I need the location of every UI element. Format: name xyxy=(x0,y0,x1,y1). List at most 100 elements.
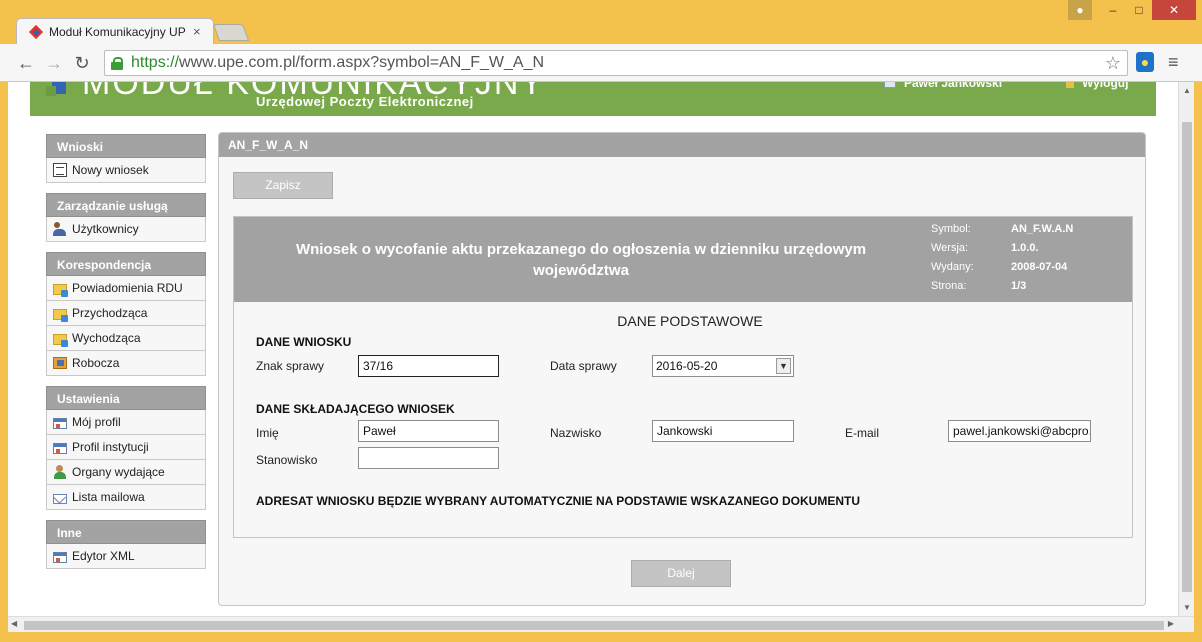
sidebar-item-lista-mailowa[interactable]: Lista mailowa xyxy=(46,485,206,510)
form-metadata: Symbol: AN_F.W.A.N Wersja: 1.0.0. Wydany… xyxy=(931,223,1121,299)
panel-title: AN_F_W_A_N xyxy=(219,133,1145,157)
sidebar-item-przychodzaca[interactable]: Przychodząca xyxy=(46,301,206,326)
back-arrow-icon[interactable]: ← xyxy=(16,53,36,73)
folder-icon xyxy=(53,308,68,322)
case-date-value: 2016-05-20 xyxy=(656,359,718,373)
user-name-label: Paweł Jankowski xyxy=(904,82,1003,90)
position-label: Stanowisko xyxy=(256,453,318,467)
sidebar-item-label: Edytor XML xyxy=(72,549,135,563)
sidebar-item-label: Mój profil xyxy=(72,415,121,429)
site-header: MODUŁ KOMUNIKACYJNY Urzędowej Poczty Ele… xyxy=(30,82,1156,116)
nav-group-ustawienia: Ustawienia Mój profil Profil instytucji … xyxy=(46,386,206,510)
url-path: www.upe.com.pl/form.aspx?symbol=AN_F_W_A… xyxy=(179,54,545,71)
browser-window: Moduł Komunikacyjny UP × ● – □ ✕ ← → ↻ h… xyxy=(0,0,1202,642)
user-card-icon xyxy=(884,82,896,88)
sidebar-item-label: Organy wydające xyxy=(72,465,165,479)
sidebar-item-uzytkownicy[interactable]: Użytkownicy xyxy=(46,217,206,242)
sidebar-item-label: Lista mailowa xyxy=(72,490,145,504)
sidebar-item-label: Powiadomienia RDU xyxy=(72,281,183,295)
menu-icon[interactable]: ≡ xyxy=(1168,52,1179,73)
bookmark-star-icon[interactable]: ☆ xyxy=(1105,53,1121,74)
meta-row-version: Wersja: 1.0.0. xyxy=(931,242,1121,261)
applicant-heading: DANE SKŁADAJĄCEGO WNIOSEK xyxy=(256,402,455,416)
form-panel: AN_F_W_A_N Zapisz Wniosek o wycofanie ak… xyxy=(218,132,1146,606)
meta-key: Strona: xyxy=(931,280,967,292)
logout-label: Wyloguj xyxy=(1082,82,1129,90)
sidebar-item-nowy-wniosek[interactable]: Nowy wniosek xyxy=(46,158,206,183)
sidebar-item-organy-wydajace[interactable]: Organy wydające xyxy=(46,460,206,485)
application-heading: DANE WNIOSKU xyxy=(256,335,352,349)
sidebar-item-robocza[interactable]: Robocza xyxy=(46,351,206,376)
scroll-down-icon[interactable]: ▼ xyxy=(1183,603,1191,612)
horizontal-scrollbar[interactable]: ◀ ▶ xyxy=(8,616,1194,632)
meta-value: AN_F.W.A.N xyxy=(1011,223,1074,235)
id-card-icon xyxy=(53,442,67,454)
sidebar-item-profil-instytucji[interactable]: Profil instytucji xyxy=(46,435,206,460)
new-tab-button[interactable] xyxy=(212,24,250,41)
next-button[interactable]: Dalej xyxy=(631,560,731,587)
url-scheme: https:// xyxy=(131,54,180,71)
last-name-field[interactable]: Jankowski xyxy=(652,420,794,442)
case-number-field[interactable]: 37/16 xyxy=(358,355,499,377)
reload-icon[interactable]: ↻ xyxy=(72,53,92,73)
email-field[interactable]: pawel.jankowski@abcpro. xyxy=(948,420,1091,442)
scroll-right-icon[interactable]: ▶ xyxy=(1168,619,1174,628)
window-controls: ● – □ ✕ xyxy=(1068,0,1196,20)
meta-key: Wersja: xyxy=(931,242,969,254)
meta-value: 2008-07-04 xyxy=(1011,261,1068,273)
lock-icon xyxy=(111,57,123,70)
document-icon xyxy=(53,163,67,177)
vertical-scrollbar[interactable]: ▲ ▼ xyxy=(1178,82,1194,616)
sidebar: Wnioski Nowy wniosek Zarządzanie usługą … xyxy=(46,134,206,579)
save-button[interactable]: Zapisz xyxy=(233,172,333,199)
meta-value: 1.0.0. xyxy=(1011,242,1039,254)
sidebar-item-label: Profil instytucji xyxy=(72,440,149,454)
nav-group-title: Zarządzanie usługą xyxy=(46,193,206,217)
nav-group-wnioski: Wnioski Nowy wniosek xyxy=(46,134,206,183)
logout-link[interactable]: Wyloguj xyxy=(1066,82,1128,90)
users-icon xyxy=(53,222,67,236)
close-tab-icon[interactable]: × xyxy=(193,24,201,39)
horizontal-scroll-thumb[interactable] xyxy=(24,621,1164,630)
sidebar-item-edytor-xml[interactable]: Edytor XML xyxy=(46,544,206,569)
person-icon xyxy=(53,465,67,479)
profile-icon[interactable]: ● xyxy=(1068,0,1092,20)
last-name-label: Nazwisko xyxy=(550,426,602,440)
case-number-label: Znak sprawy xyxy=(256,359,325,373)
meta-value: 1/3 xyxy=(1011,280,1027,292)
sidebar-item-wychodzaca[interactable]: Wychodząca xyxy=(46,326,206,351)
id-card-icon xyxy=(53,417,67,429)
browser-tab[interactable]: Moduł Komunikacyjny UP × xyxy=(16,18,214,44)
maximize-button[interactable]: □ xyxy=(1126,0,1152,20)
draft-icon xyxy=(53,357,67,369)
scroll-up-icon[interactable]: ▲ xyxy=(1183,86,1191,95)
position-field[interactable] xyxy=(358,447,499,469)
site-favicon-icon xyxy=(29,25,43,39)
meta-row-issued: Wydany: 2008-07-04 xyxy=(931,261,1121,280)
email-label: E-mail xyxy=(845,426,880,440)
first-name-label: Imię xyxy=(256,426,279,440)
address-bar[interactable]: https:// www.upe.com.pl/form.aspx?symbol… xyxy=(104,50,1128,76)
extension-icon[interactable]: ● xyxy=(1136,52,1154,72)
meta-key: Wydany: xyxy=(931,261,974,273)
first-name-field[interactable]: Paweł xyxy=(358,420,499,442)
vertical-scroll-thumb[interactable] xyxy=(1182,122,1192,592)
chevron-down-icon[interactable]: ▼ xyxy=(776,358,791,374)
forward-arrow-icon[interactable]: → xyxy=(44,53,64,73)
close-window-button[interactable]: ✕ xyxy=(1152,0,1196,20)
folder-icon xyxy=(53,333,68,347)
nav-group-korespondencja: Korespondencja Powiadomienia RDU Przycho… xyxy=(46,252,206,376)
application-form: Wniosek o wycofanie aktu przekazanego do… xyxy=(233,216,1133,538)
mail-icon xyxy=(53,494,67,504)
addressee-note: ADRESAT WNIOSKU BĘDZIE WYBRANY AUTOMATYC… xyxy=(256,494,860,508)
minimize-button[interactable]: – xyxy=(1100,0,1126,20)
case-date-label: Data sprawy xyxy=(550,359,617,373)
form-title: Wniosek o wycofanie aktu przekazanego do… xyxy=(295,241,867,279)
page-viewport: MODUŁ KOMUNIKACYJNY Urzędowej Poczty Ele… xyxy=(8,82,1178,616)
sidebar-item-moj-profil[interactable]: Mój profil xyxy=(46,410,206,435)
sidebar-item-powiadomienia-rdu[interactable]: Powiadomienia RDU xyxy=(46,276,206,301)
meta-row-symbol: Symbol: AN_F.W.A.N xyxy=(931,223,1121,242)
user-name[interactable]: Paweł Jankowski xyxy=(884,82,1002,90)
case-date-select[interactable]: 2016-05-20 ▼ xyxy=(652,355,794,377)
scroll-left-icon[interactable]: ◀ xyxy=(11,619,17,628)
